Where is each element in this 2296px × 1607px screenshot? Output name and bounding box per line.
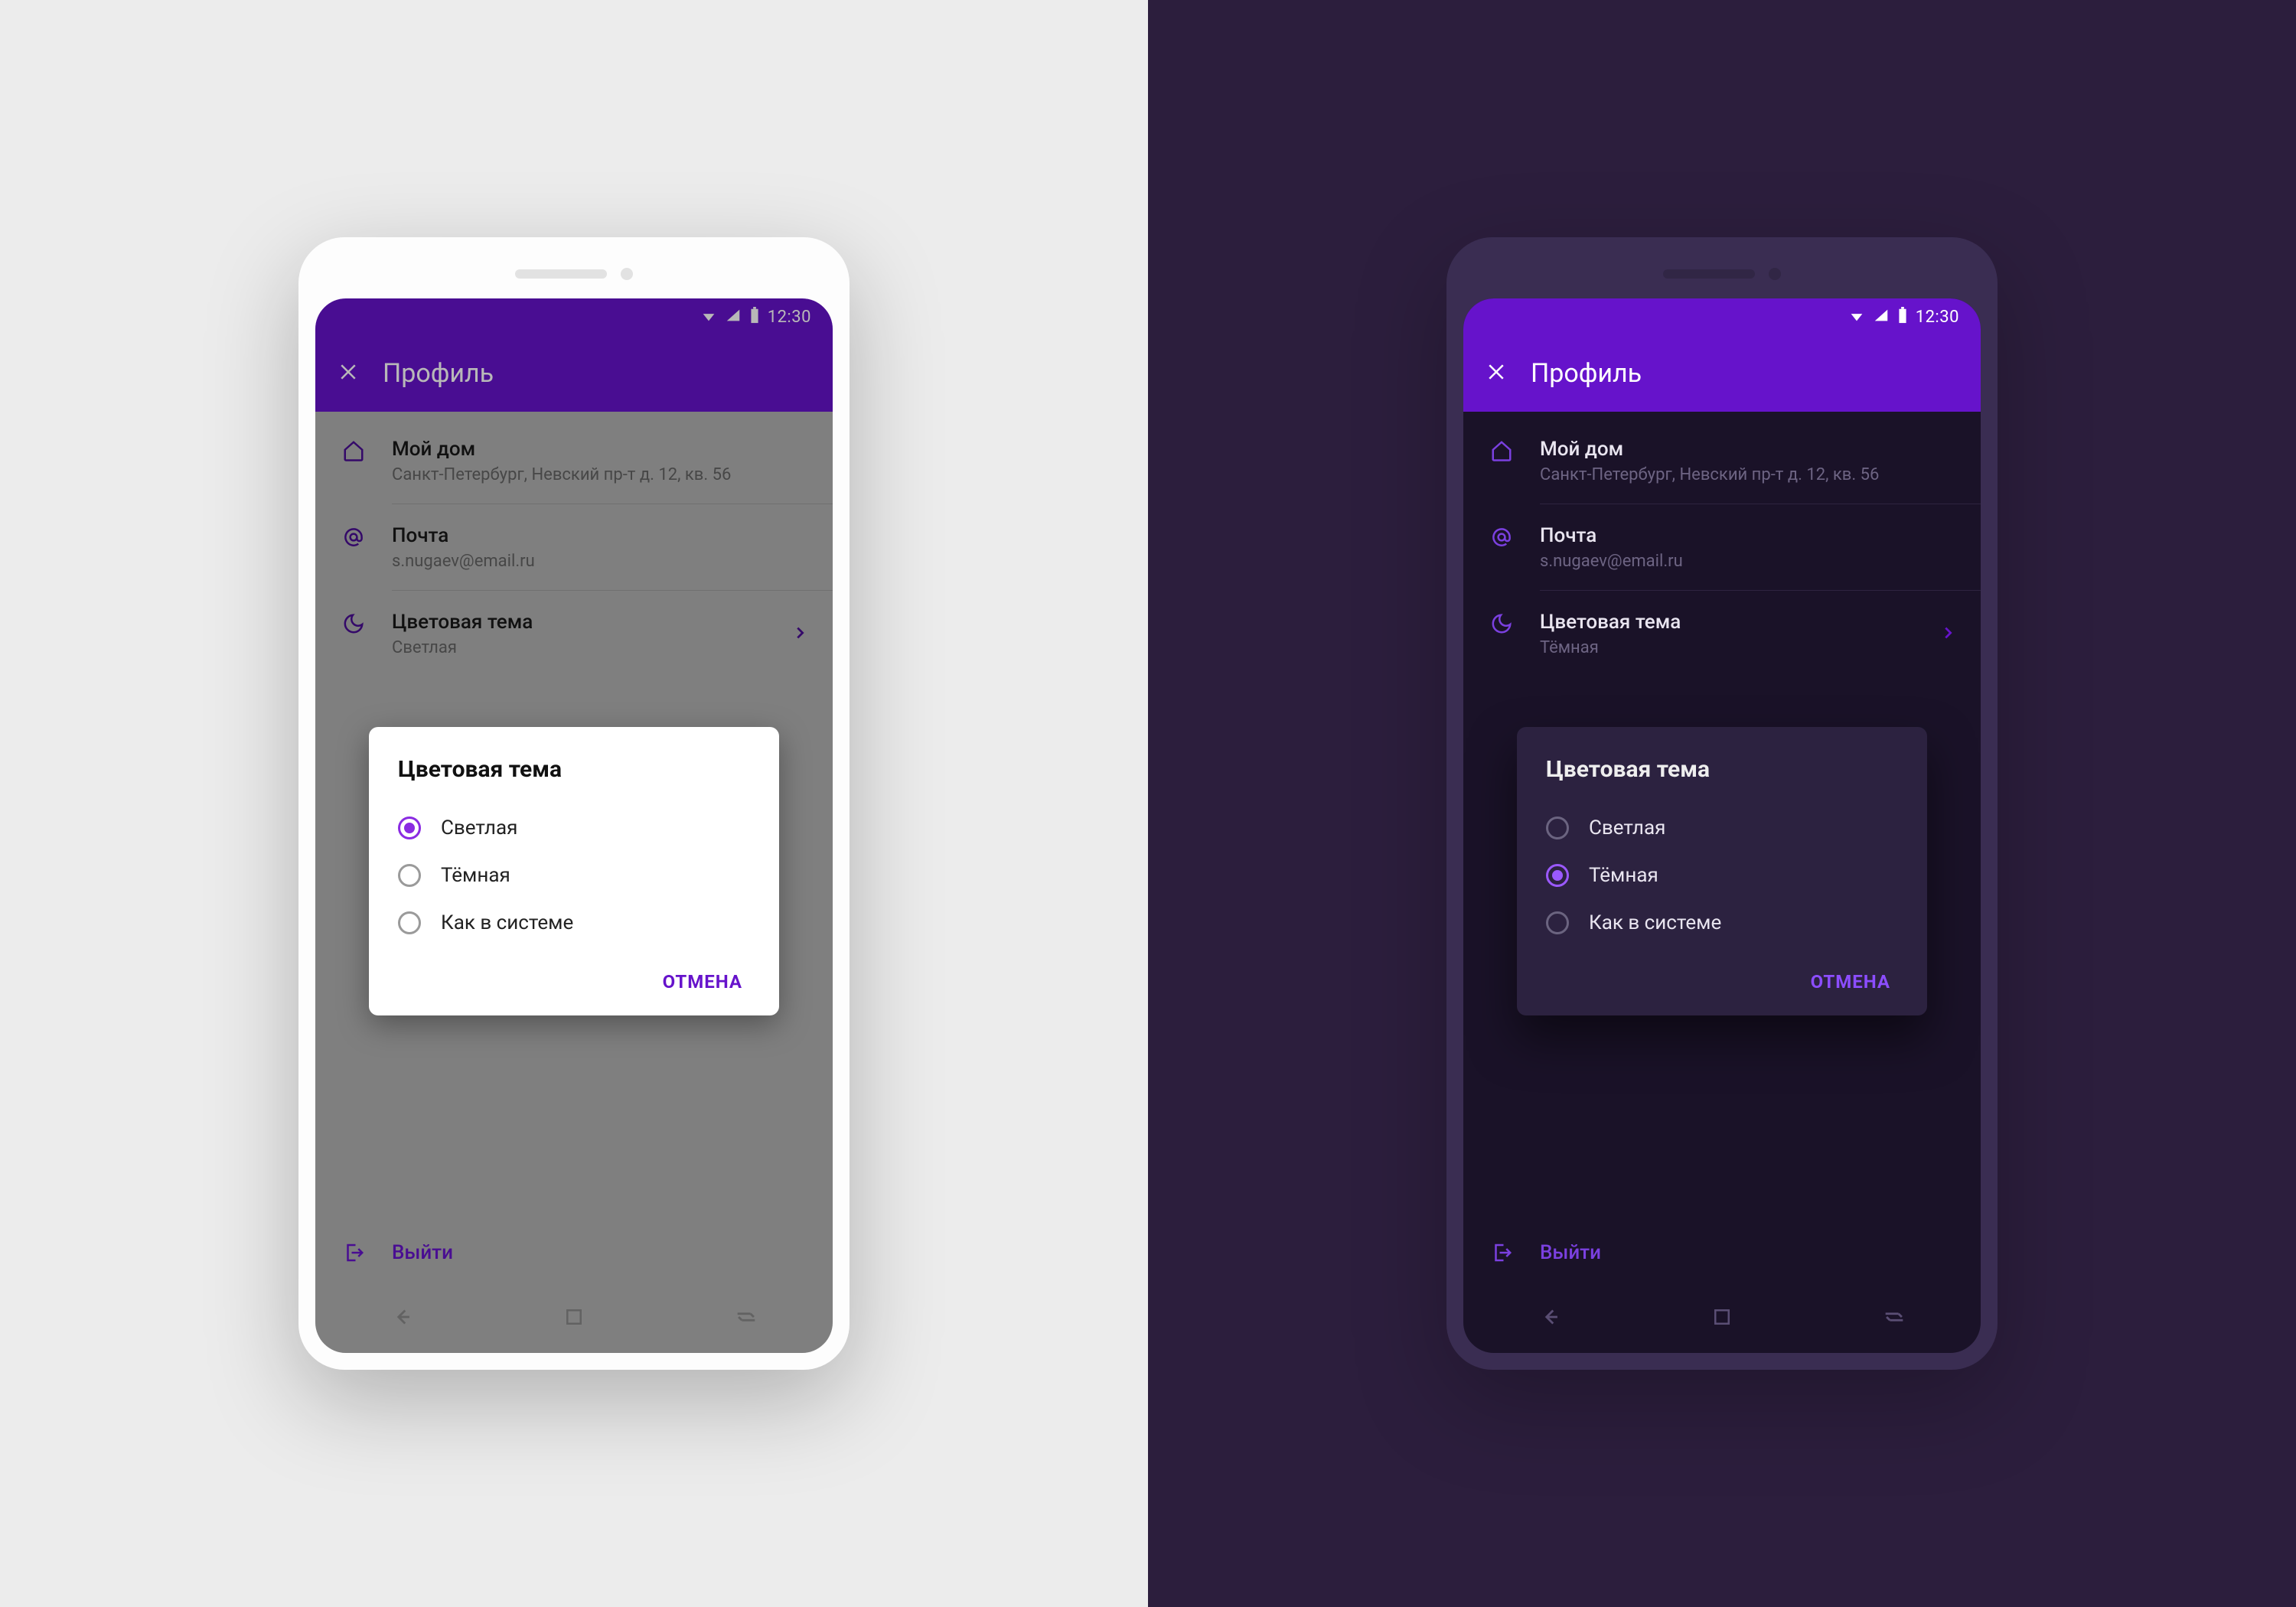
- cancel-button[interactable]: ОТМЕНА: [655, 960, 750, 1003]
- row-home-label: Мой дом: [1540, 438, 1956, 461]
- row-theme[interactable]: Цветовая тема Тёмная: [1463, 591, 1981, 677]
- dialog-actions: ОТМЕНА: [1546, 947, 1898, 1003]
- dialog-title: Цветовая тема: [1546, 756, 1898, 783]
- phone-frame-dark: 12:30 Профиль Мой дом Санкт-Петербург, Н…: [1446, 237, 1998, 1370]
- row-email-label: Почта: [1540, 524, 1956, 547]
- nav-back-icon[interactable]: [1537, 1304, 1563, 1333]
- chevron-right-icon: [1939, 624, 1956, 644]
- phone-frame-light: 12:30 Профиль Мой дом Санкт-Петербург,: [298, 237, 850, 1370]
- row-email-label: Почта: [392, 524, 808, 547]
- nav-recent-icon[interactable]: [1881, 1304, 1907, 1333]
- theme-dialog: Цветовая тема Светлая Тёмная Как в систе…: [1517, 727, 1927, 1015]
- signal-icon: [725, 307, 742, 327]
- radio-label-light: Светлая: [441, 817, 517, 839]
- row-home-sub: Санкт-Петербург, Невский пр-т д. 12, кв.…: [392, 465, 808, 484]
- radio-icon: [398, 911, 421, 934]
- nav-back-icon[interactable]: [389, 1304, 415, 1333]
- radio-option-system[interactable]: Как в системе: [398, 899, 750, 947]
- radio-icon: [1546, 817, 1569, 839]
- battery-icon: [749, 307, 760, 327]
- at-icon: [340, 524, 367, 549]
- nav-recent-icon[interactable]: [733, 1304, 759, 1333]
- logout-label: Выйти: [1540, 1241, 1601, 1264]
- row-home[interactable]: Мой дом Санкт-Петербург, Невский пр-т д.…: [315, 418, 833, 504]
- status-time: 12:30: [768, 308, 811, 327]
- row-home[interactable]: Мой дом Санкт-Петербург, Невский пр-т д.…: [1463, 418, 1981, 504]
- app-bar: Профиль: [315, 335, 833, 412]
- radio-label-dark: Тёмная: [441, 864, 510, 887]
- logout-row[interactable]: Выйти: [1463, 1226, 1981, 1279]
- at-icon: [1488, 524, 1515, 549]
- radio-icon: [1546, 911, 1569, 934]
- screen-light: 12:30 Профиль Мой дом Санкт-Петербург,: [315, 298, 833, 1353]
- theme-dialog: Цветовая тема Светлая Тёмная Как в систе…: [369, 727, 779, 1015]
- chevron-right-icon: [791, 624, 808, 644]
- radio-option-dark[interactable]: Тёмная: [1546, 852, 1898, 899]
- radio-label-light: Светлая: [1589, 817, 1665, 839]
- row-email[interactable]: Почта s.nugaev@email.ru: [1463, 504, 1981, 591]
- android-nav-bar: [315, 1284, 833, 1353]
- dialog-title: Цветовая тема: [398, 756, 750, 783]
- logout-icon: [1488, 1241, 1515, 1264]
- row-email-sub: s.nugaev@email.ru: [1540, 552, 1956, 571]
- radio-option-system[interactable]: Как в системе: [1546, 899, 1898, 947]
- dark-theme-panel: 12:30 Профиль Мой дом Санкт-Петербург, Н…: [1148, 0, 2296, 1607]
- close-icon[interactable]: [337, 360, 360, 386]
- radio-icon: [1546, 864, 1569, 887]
- row-theme-sub: Тёмная: [1540, 638, 1915, 657]
- app-bar: Профиль: [1463, 335, 1981, 412]
- radio-icon: [398, 817, 421, 839]
- radio-label-system: Как в системе: [441, 911, 573, 934]
- light-theme-panel: 12:30 Профиль Мой дом Санкт-Петербург,: [0, 0, 1148, 1607]
- status-time: 12:30: [1916, 308, 1959, 327]
- radio-label-system: Как в системе: [1589, 911, 1721, 934]
- logout-row[interactable]: Выйти: [315, 1226, 833, 1279]
- row-theme-label: Цветовая тема: [392, 611, 767, 634]
- row-theme-sub: Светлая: [392, 638, 767, 657]
- row-theme-label: Цветовая тема: [1540, 611, 1915, 634]
- logout-icon: [340, 1241, 367, 1264]
- nav-home-icon[interactable]: [563, 1305, 585, 1332]
- logout-label: Выйти: [392, 1241, 453, 1264]
- status-bar: 12:30: [1463, 298, 1981, 335]
- phone-speaker: [515, 268, 633, 280]
- close-icon[interactable]: [1485, 360, 1508, 386]
- battery-icon: [1897, 307, 1908, 327]
- radio-label-dark: Тёмная: [1589, 864, 1658, 887]
- wifi-icon: [1848, 307, 1865, 327]
- status-bar: 12:30: [315, 298, 833, 335]
- row-home-sub: Санкт-Петербург, Невский пр-т д. 12, кв.…: [1540, 465, 1956, 484]
- row-home-label: Мой дом: [392, 438, 808, 461]
- row-email[interactable]: Почта s.nugaev@email.ru: [315, 504, 833, 591]
- nav-home-icon[interactable]: [1711, 1305, 1733, 1332]
- dialog-actions: ОТМЕНА: [398, 947, 750, 1003]
- screen-dark: 12:30 Профиль Мой дом Санкт-Петербург, Н…: [1463, 298, 1981, 1353]
- cancel-button[interactable]: ОТМЕНА: [1803, 960, 1898, 1003]
- moon-icon: [340, 611, 367, 635]
- row-email-sub: s.nugaev@email.ru: [392, 552, 808, 571]
- home-icon: [1488, 438, 1515, 462]
- radio-icon: [398, 864, 421, 887]
- wifi-icon: [700, 307, 717, 327]
- radio-option-light[interactable]: Светлая: [398, 804, 750, 852]
- android-nav-bar: [1463, 1284, 1981, 1353]
- row-theme[interactable]: Цветовая тема Светлая: [315, 591, 833, 677]
- radio-option-light[interactable]: Светлая: [1546, 804, 1898, 852]
- radio-option-dark[interactable]: Тёмная: [398, 852, 750, 899]
- signal-icon: [1873, 307, 1890, 327]
- home-icon: [340, 438, 367, 462]
- screen-title: Профиль: [1531, 358, 1642, 389]
- moon-icon: [1488, 611, 1515, 635]
- screen-title: Профиль: [383, 358, 494, 389]
- phone-speaker: [1663, 268, 1781, 280]
